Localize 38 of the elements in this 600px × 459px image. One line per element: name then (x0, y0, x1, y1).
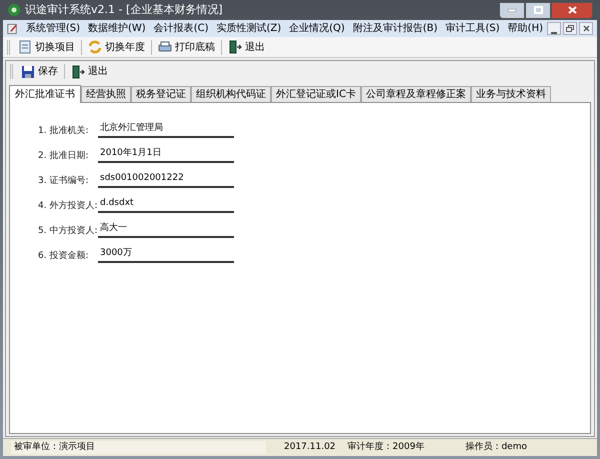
menu-item[interactable]: 系统管理(S) (22, 21, 84, 36)
status-operator: 操作员：demo (465, 440, 527, 454)
toolbar-button[interactable]: 退出 (67, 62, 112, 81)
toolbar-button[interactable]: 打印底稿 (154, 38, 219, 56)
field-value: 高大一 (98, 221, 234, 238)
toolbar-button[interactable]: 保存 (17, 62, 62, 81)
toolbar-button[interactable]: 切换年度 (84, 38, 149, 56)
field-label: 1. 批准机关: (38, 124, 90, 138)
tab[interactable]: 经营执照 (81, 86, 131, 102)
field-value: d.dsdxt (98, 196, 234, 213)
menu-item[interactable]: 实质性测试(Z) (212, 21, 286, 36)
toolbar-button[interactable]: 切换项目 (14, 38, 79, 56)
status-audit-year: 审计年度：2009年 (348, 440, 424, 454)
field-value: 北京外汇管理局 (98, 121, 234, 138)
menu-item[interactable]: 企业情况(Q) (285, 21, 349, 36)
field-label: 4. 外方投资人: (38, 200, 98, 212)
tab[interactable]: 公司章程及章程修正案 (360, 86, 471, 102)
menu-item[interactable]: 审计工具(S) (442, 21, 504, 36)
menu-item[interactable]: 帮助(H) (504, 21, 547, 36)
status-unit: 被审单位：演示项目 (11, 440, 266, 454)
menu-item[interactable]: 会计报表(C) (150, 21, 212, 36)
field-label: 3. 证书编号: (38, 174, 90, 188)
tab[interactable]: 组织机构代码证 (191, 86, 271, 102)
field-label: 2. 批准日期: (38, 150, 90, 162)
status-date: 2017.11.02 (284, 440, 336, 454)
toolbar-button[interactable]: 退出 (224, 38, 269, 56)
tab[interactable]: 外汇登记证或IC卡 (271, 86, 361, 102)
tab[interactable]: 外汇批准证书 (9, 85, 81, 103)
field-label: 6. 投资金额: (38, 250, 90, 262)
tab[interactable]: 业务与技术资料 (470, 86, 551, 102)
menu-item[interactable]: 数据维护(W) (84, 21, 150, 36)
field-value: sds001002001222 (98, 171, 234, 188)
window-title: 识途审计系统v2.1 - [企业基本财务情况] (25, 2, 223, 18)
field-value: 2010年1月1日 (98, 146, 234, 163)
menu-item[interactable]: 附注及审计报告(B) (348, 21, 442, 36)
field-label: 5. 中方投资人: (38, 224, 98, 238)
tab[interactable]: 税务登记证 (131, 86, 191, 102)
field-value: 3000万 (98, 246, 234, 263)
